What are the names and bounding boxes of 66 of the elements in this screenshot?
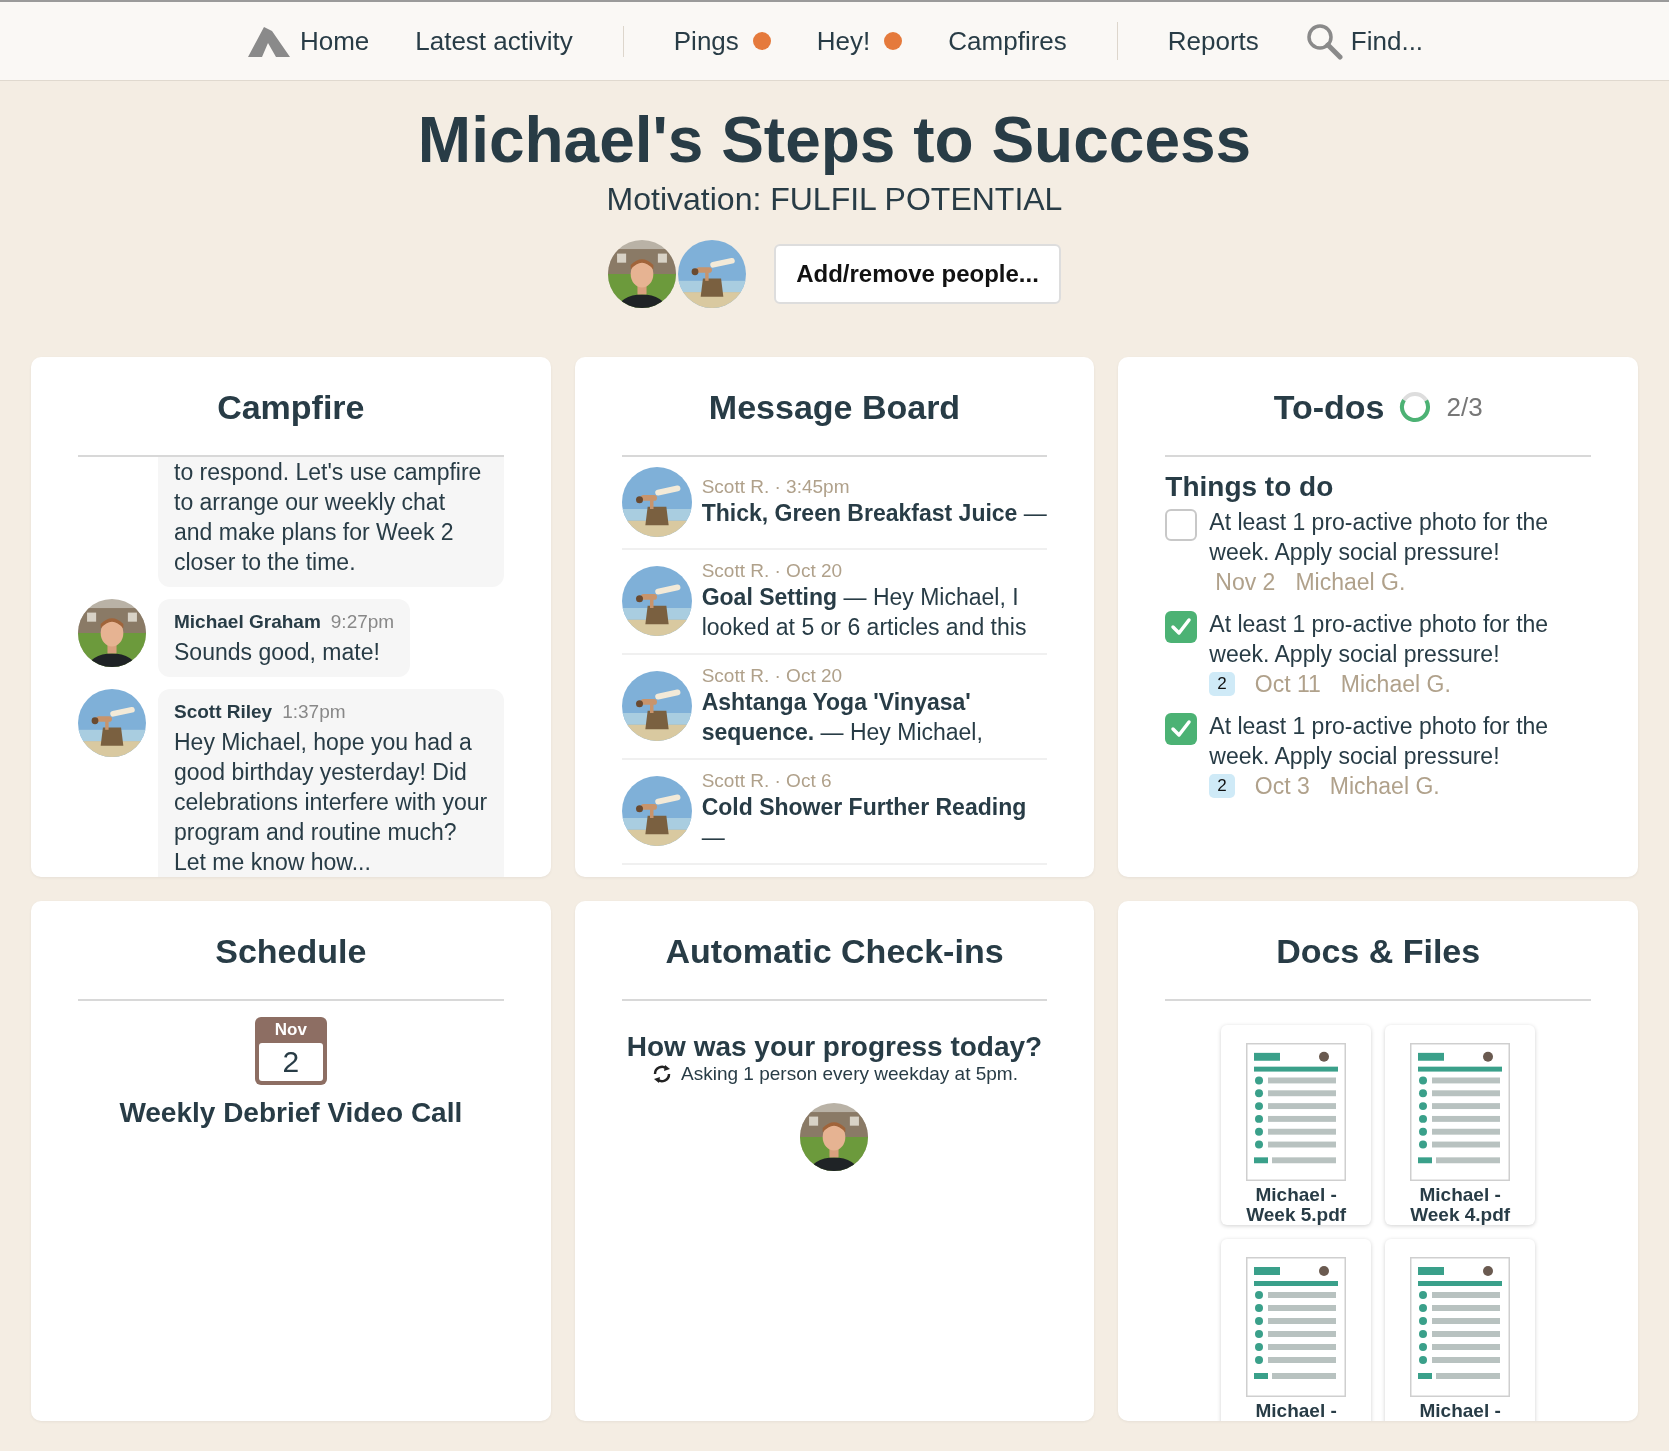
add-people-button[interactable]: Add/remove people... <box>774 244 1061 305</box>
search-icon <box>1304 22 1343 60</box>
file-name: Michael - Week 4.pdf <box>1409 1185 1512 1225</box>
file-name: Michael - Week 5.pdf <box>1245 1185 1348 1225</box>
nav-link[interactable]: Pings <box>673 25 739 57</box>
assignee: Michael G. <box>1294 568 1406 597</box>
nav-link[interactable]: Find... <box>1350 25 1424 57</box>
message-text: Hey Michael, hope you had a good birthday yesterday! Did celebrations interfere with your program and routine much? Let me know how... <box>174 728 488 877</box>
unread-dot <box>752 32 771 50</box>
todo-text[interactable]: At least 1 pro-active photo for the week. Apply social pressure! <box>1209 507 1591 567</box>
due-date: Oct 11 <box>1253 670 1321 699</box>
post-meta: Scott R. · Oct 6 <box>701 770 833 792</box>
post-meta: Scott R. · 3:45pm <box>701 476 851 498</box>
unread-dot <box>884 32 903 50</box>
nav-link[interactable]: Reports <box>1167 25 1259 57</box>
nav-link[interactable]: Home <box>299 25 370 57</box>
message-text: Sounds good, mate! <box>174 638 381 667</box>
checkbox[interactable] <box>1165 713 1198 745</box>
todo-text[interactable]: At least 1 pro-active photo for the week. Apply social pressure! <box>1209 609 1591 669</box>
calendar-day: 2 <box>258 1043 323 1081</box>
file-name: Michael - <box>1254 1401 1338 1421</box>
post-title[interactable]: Ashtanga Yoga 'Vinyasa' sequence. — Hey Michael, <box>701 687 1048 747</box>
checkin-question[interactable]: How was your progress today? <box>621 1031 1048 1063</box>
card-title[interactable]: Schedule <box>215 931 367 971</box>
progress-ring <box>1398 390 1433 424</box>
post-title[interactable]: Cold Shower Further Reading — <box>701 792 1048 852</box>
calendar-month: Nov <box>273 1019 308 1041</box>
nav-link[interactable]: Latest activity <box>415 25 573 57</box>
check-icon <box>1170 718 1193 740</box>
author-name: Scott Riley <box>174 700 273 724</box>
file-tile[interactable]: Michael - <box>1385 1239 1536 1421</box>
file-tile[interactable]: Michael - Week 4.pdf <box>1385 1025 1536 1225</box>
checkbox[interactable] <box>1165 509 1198 541</box>
author-name: Michael Graham <box>174 610 321 634</box>
list-title[interactable]: Things to do <box>1165 471 1591 503</box>
message-time: 1:37pm <box>282 700 346 724</box>
check-icon <box>1170 616 1193 638</box>
nav-link[interactable]: Campfires <box>948 25 1067 57</box>
checkin-schedule: Asking 1 person every weekday at 5pm. <box>681 1063 1018 1085</box>
assignee: Michael G. <box>1339 670 1451 699</box>
post-meta: Scott R. · Oct 20 <box>701 665 844 687</box>
file-tile[interactable]: Michael - <box>1221 1239 1372 1421</box>
nav-link[interactable]: Hey! <box>816 25 871 57</box>
card-title[interactable]: Docs & Files <box>1276 931 1481 971</box>
event-title[interactable]: Weekly Debrief Video Call <box>78 1097 504 1129</box>
card-title[interactable]: Campfire <box>217 387 365 427</box>
comment-count: 2 <box>1209 672 1235 696</box>
post-meta: Scott R. · Oct 20 <box>701 560 844 582</box>
message-time: 9:27pm <box>330 610 395 634</box>
due-date: Oct 3 <box>1253 772 1310 801</box>
card-title[interactable]: To-dos <box>1273 387 1385 427</box>
progress-count: 2/3 <box>1446 391 1483 423</box>
post-title[interactable]: Thick, Green Breakfast Juice — <box>701 498 1047 528</box>
project-subtitle: Motivation: FULFIL POTENTIAL <box>606 181 1063 219</box>
todo-text[interactable]: At least 1 pro-active photo for the week. Apply social pressure! <box>1209 711 1591 771</box>
file-tile[interactable]: Michael - Week 5.pdf <box>1221 1025 1372 1225</box>
message-text: to respond. Let's use campfire to arrange our weekly chat and make plans for Week 2 closer to the time. <box>174 458 483 577</box>
post-title[interactable]: Goal Setting — Hey Michael, I looked at 5 or 6 articles and this <box>701 582 1048 642</box>
checkbox[interactable] <box>1165 611 1198 643</box>
comment-count: 2 <box>1209 774 1235 798</box>
due-date: Nov 2 <box>1214 568 1276 597</box>
project-title: Michael's Steps to Success <box>417 105 1252 176</box>
file-name: Michael - <box>1418 1401 1502 1421</box>
card-title[interactable]: Automatic Check-ins <box>665 931 1004 971</box>
assignee: Michael G. <box>1328 772 1440 801</box>
card-title[interactable]: Message Board <box>708 387 961 427</box>
